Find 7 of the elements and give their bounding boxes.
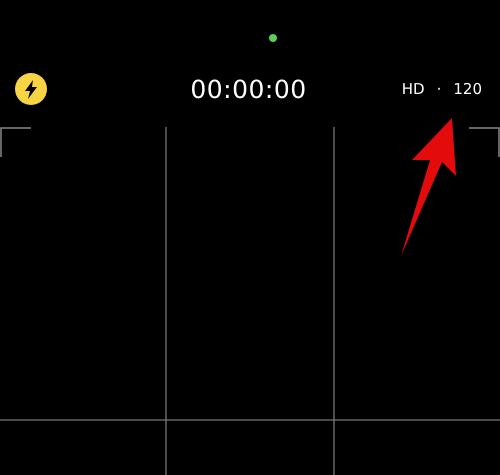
frame-rate-label[interactable]: 120 [453,80,482,98]
corner-bracket [0,127,31,157]
flash-icon[interactable] [15,73,47,105]
corner-bracket [469,127,500,157]
separator: · [436,80,442,98]
resolution-label[interactable]: HD [402,80,425,98]
recording-timer: 00:00:00 [189,74,308,104]
